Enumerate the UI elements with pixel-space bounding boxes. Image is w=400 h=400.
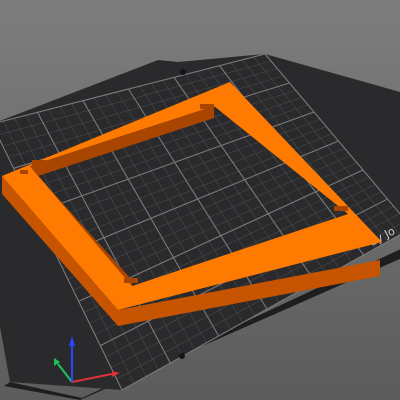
plate-screw-hole [179,353,185,359]
frame-notch [20,170,28,174]
scene-canvas[interactable]: by Jo [0,0,400,400]
3d-viewport[interactable]: by Jo [0,0,400,400]
frame-notch [200,104,214,109]
frame-notch [32,160,46,165]
frame-notch [334,206,348,211]
plate-mount-notch [180,69,186,75]
frame-notch [124,278,138,283]
